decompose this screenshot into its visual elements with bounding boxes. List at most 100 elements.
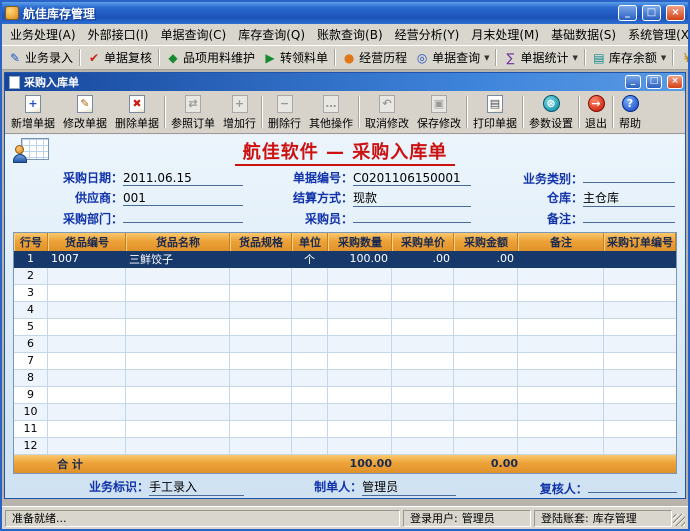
- grid-cell-rowno[interactable]: 10: [14, 403, 48, 421]
- grid-cell-qty[interactable]: [328, 301, 392, 319]
- grid-cell-order-no[interactable]: [604, 302, 676, 319]
- toolbar-doc-search[interactable]: ◎ 单据查询 ▼: [411, 47, 493, 68]
- help-button[interactable]: ? 帮助: [615, 92, 645, 132]
- grid-cell-spec[interactable]: [230, 335, 292, 353]
- grid-cell-remark[interactable]: [518, 420, 604, 438]
- grid-cell-qty[interactable]: [328, 403, 392, 421]
- grid-cell-order-no[interactable]: [604, 285, 676, 302]
- grid-cell-rowno[interactable]: 3: [14, 284, 48, 302]
- grid-cell-spec[interactable]: [230, 250, 292, 268]
- table-row[interactable]: 4: [14, 301, 676, 319]
- grid-cell-order-no[interactable]: [604, 421, 676, 438]
- grid-cell-unit[interactable]: [292, 420, 328, 438]
- grid-cell-price[interactable]: [392, 301, 454, 319]
- grid-cell-qty[interactable]: [328, 267, 392, 285]
- grid-cell-name[interactable]: [126, 335, 230, 353]
- grid-cell-amount[interactable]: [454, 352, 518, 370]
- grid-cell-name[interactable]: [126, 267, 230, 285]
- delete-doc-button[interactable]: ✖ 删除单据: [111, 92, 163, 132]
- grid-cell-code[interactable]: [48, 420, 126, 438]
- table-row[interactable]: 2: [14, 267, 676, 285]
- toolbar-business-entry[interactable]: ✎ 业务录入: [4, 47, 77, 68]
- table-row[interactable]: 12: [14, 437, 676, 455]
- grid-cell-rowno[interactable]: 7: [14, 352, 48, 370]
- grid-cell-amount[interactable]: [454, 386, 518, 404]
- menu-business[interactable]: 业务处理(A): [4, 24, 82, 45]
- grid-cell-remark[interactable]: [518, 284, 604, 302]
- grid-cell-unit[interactable]: [292, 284, 328, 302]
- grid-cell-name[interactable]: [126, 318, 230, 336]
- menu-month-end[interactable]: 月末处理(M): [465, 24, 545, 45]
- save-edit-button[interactable]: ▣ 保存修改: [413, 92, 465, 132]
- grid-cell-rowno[interactable]: 11: [14, 420, 48, 438]
- grid-cell-rowno[interactable]: 5: [14, 318, 48, 336]
- doc-minimize-button[interactable]: _: [625, 75, 641, 89]
- grid-cell-code[interactable]: [48, 437, 126, 455]
- grid-cell-price[interactable]: [392, 352, 454, 370]
- grid-cell-price[interactable]: [392, 267, 454, 285]
- grid-cell-rowno[interactable]: 6: [14, 335, 48, 353]
- grid-cell-amount[interactable]: [454, 437, 518, 455]
- grid-cell-qty[interactable]: [328, 437, 392, 455]
- grid-cell-code[interactable]: [48, 335, 126, 353]
- grid-cell-remark[interactable]: [518, 335, 604, 353]
- buyer-value[interactable]: [353, 208, 471, 224]
- purchase-date-value[interactable]: 2011.06.15: [123, 171, 243, 187]
- grid-cell-order-no[interactable]: [604, 336, 676, 353]
- grid-cell-order-no[interactable]: [604, 251, 676, 268]
- grid-cell-code[interactable]: [48, 386, 126, 404]
- business-flag-value[interactable]: 手工录入: [149, 478, 245, 497]
- grid-cell-remark[interactable]: [518, 403, 604, 421]
- grid-cell-unit[interactable]: [292, 318, 328, 336]
- doc-restore-button[interactable]: □: [646, 75, 662, 89]
- grid-cell-unit[interactable]: [292, 403, 328, 421]
- settings-button[interactable]: ⊛ 参数设置: [525, 92, 577, 132]
- grid-cell-unit[interactable]: [292, 267, 328, 285]
- table-row[interactable]: 8: [14, 369, 676, 387]
- grid-cell-code[interactable]: [48, 318, 126, 336]
- doc-close-button[interactable]: ×: [667, 75, 683, 89]
- grid-cell-order-no[interactable]: [604, 370, 676, 387]
- remark-value[interactable]: [583, 208, 675, 224]
- grid-cell-unit[interactable]: [292, 352, 328, 370]
- table-row[interactable]: 7: [14, 352, 676, 370]
- grid-cell-unit[interactable]: [292, 301, 328, 319]
- edit-doc-button[interactable]: ✎ 修改单据: [59, 92, 111, 132]
- grid-cell-order-no[interactable]: [604, 404, 676, 421]
- grid-cell-spec[interactable]: [230, 284, 292, 302]
- toolbar-payable-balance[interactable]: ¥ 应付款余额: [676, 47, 688, 68]
- grid-cell-price[interactable]: [392, 318, 454, 336]
- grid-cell-amount[interactable]: [454, 335, 518, 353]
- menu-system[interactable]: 系统管理(X): [622, 24, 688, 45]
- grid-cell-remark[interactable]: [518, 318, 604, 336]
- grid-cell-order-no[interactable]: [604, 319, 676, 336]
- grid-cell-rowno[interactable]: 4: [14, 301, 48, 319]
- table-row[interactable]: 6: [14, 335, 676, 353]
- grid-cell-amount[interactable]: [454, 420, 518, 438]
- grid-cell-name[interactable]: [126, 437, 230, 455]
- table-row[interactable]: 9: [14, 386, 676, 404]
- grid-cell-rowno[interactable]: 1: [14, 250, 48, 268]
- grid-cell-spec[interactable]: [230, 420, 292, 438]
- grid-cell-name[interactable]: 三鲜饺子: [126, 250, 230, 268]
- doc-number-value[interactable]: C0201106150001: [353, 171, 471, 187]
- grid-cell-code[interactable]: 1007: [48, 250, 126, 268]
- grid-cell-qty[interactable]: [328, 335, 392, 353]
- menu-doc-query[interactable]: 单据查询(C): [154, 24, 232, 45]
- grid-cell-name[interactable]: [126, 284, 230, 302]
- dropdown-arrow-icon[interactable]: ▼: [484, 54, 489, 62]
- grid-cell-remark[interactable]: [518, 369, 604, 387]
- table-row[interactable]: 1 1007 三鲜饺子 个 100.00 .00 .00: [14, 250, 676, 268]
- grid-cell-name[interactable]: [126, 420, 230, 438]
- grid-cell-qty[interactable]: 100.00: [328, 250, 392, 268]
- toolbar-doc-stats[interactable]: ∑ 单据统计 ▼: [499, 47, 581, 68]
- grid-cell-spec[interactable]: [230, 352, 292, 370]
- grid-cell-spec[interactable]: [230, 369, 292, 387]
- grid-cell-code[interactable]: [48, 352, 126, 370]
- grid-cell-order-no[interactable]: [604, 387, 676, 404]
- grid-cell-rowno[interactable]: 2: [14, 267, 48, 285]
- grid-cell-remark[interactable]: [518, 352, 604, 370]
- grid-cell-name[interactable]: [126, 352, 230, 370]
- dropdown-arrow-icon[interactable]: ▼: [661, 54, 666, 62]
- toolbar-business-history[interactable]: ● 经营历程: [338, 47, 411, 68]
